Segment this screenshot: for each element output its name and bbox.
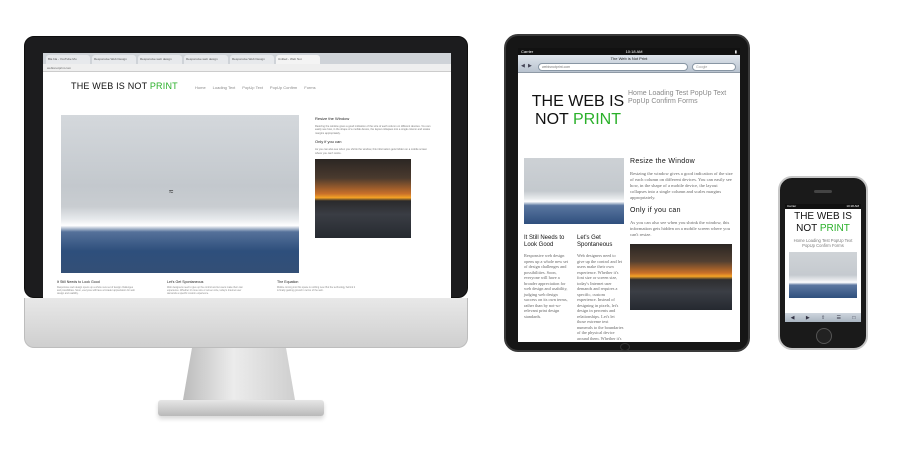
search-input[interactable]: Google	[692, 63, 736, 71]
ipad-device: Carrier 10:18 AM ▮ The Web is Not Print …	[504, 34, 750, 352]
browser-tab[interactable]: Bla bla - YouTube Mu	[46, 55, 90, 64]
nav-item-popup-text[interactable]: PopUp Text	[242, 85, 263, 90]
site-title-accent: PRINT	[572, 111, 621, 128]
sidebar-heading: Resize the Window	[630, 158, 696, 165]
sidebar: Resize the Window Resizing the window gi…	[630, 158, 734, 310]
bookmarks-icon[interactable]: ☰	[837, 315, 841, 321]
browser-tab-active[interactable]: Unitled - Web Not	[276, 55, 320, 64]
nav-item-home[interactable]: Home	[195, 85, 206, 90]
iphone-device: Carrier 10:18 AM THE WEB IS NOT PRINT Ho…	[778, 176, 868, 350]
site-title-accent: PRINT	[149, 81, 178, 91]
imac-stand	[183, 348, 295, 400]
back-icon[interactable]: ◀	[791, 315, 795, 321]
hero-mountain-image	[524, 158, 624, 224]
desktop-site: THE WEB IS NOT PRINT Home Loading Text P…	[43, 72, 451, 298]
sidebar-heading: Resize the Window	[315, 116, 350, 121]
hero-mountain-image: ≈	[61, 115, 299, 273]
imac-bezel: Bla bla - YouTube Mu Responsive Web Desi…	[24, 36, 468, 298]
column-text: Web designers need to give up the contro…	[167, 286, 243, 295]
imac-stand-base	[158, 400, 324, 416]
home-button[interactable]	[816, 328, 832, 344]
safari-bottom-toolbar: ◀ ▶ ⇧ ☰ □	[785, 313, 861, 322]
desktop-screen: Bla bla - YouTube Mu Responsive Web Desi…	[43, 53, 451, 298]
home-button[interactable]	[620, 343, 630, 351]
site-title-accent: PRINT	[819, 223, 850, 234]
column: It Still Needs to Look Good Responsive w…	[57, 280, 137, 295]
sidebar-text-2: As you can also see when you shrink the …	[315, 148, 428, 155]
column-text: Mobile coming into this space is nothing…	[277, 286, 356, 292]
site-nav: Home Loading Text PopUp Text PopUp Confi…	[195, 85, 316, 90]
sidebar-text-2: As you can also see when you shrink the …	[630, 220, 731, 237]
status-bar: Carrier 10:18 AM	[785, 204, 861, 209]
nav-item-forms[interactable]: Forms	[304, 85, 315, 90]
column-heading: It Still Needs to Look Good	[57, 280, 100, 284]
imac-chin	[24, 298, 468, 348]
column: Let's Get Spontaneous Web designers need…	[577, 235, 624, 342]
imac-device: Bla bla - YouTube Mu Responsive Web Desi…	[24, 36, 468, 348]
column-text: Responsive web design opens up a whole n…	[57, 286, 135, 295]
column: The Equation Mobile coming into this spa…	[277, 280, 357, 295]
sidebar-heading-2: Only if you can	[315, 139, 342, 145]
site-title[interactable]: THE WEB IS NOT PRINT	[71, 81, 178, 91]
eagle-icon: ≈	[169, 187, 174, 196]
sidebar-heading-2: Only if you can	[630, 207, 681, 214]
column-heading: Let's Get Spontaneous	[167, 280, 204, 284]
phone-screen: Carrier 10:18 AM THE WEB IS NOT PRINT Ho…	[785, 204, 861, 322]
carrier-label: Carrier	[521, 49, 534, 54]
sunset-image	[630, 244, 732, 310]
column-heading: The Equation	[277, 280, 299, 284]
clock: 10:18 AM	[846, 204, 859, 208]
sidebar-text: Resizing the window gives a good indicat…	[630, 171, 733, 200]
address-bar[interactable]: webisnotprint.com	[538, 63, 688, 71]
safari-toolbar: The Web is Not Print ◀ ▶ webisnotprint.c…	[518, 55, 740, 73]
tablet-screen: Carrier 10:18 AM ▮ The Web is Not Print …	[518, 48, 740, 342]
forward-icon[interactable]: ▶	[528, 63, 532, 69]
browser-tab-bar: Bla bla - YouTube Mu Responsive Web Desi…	[43, 53, 451, 64]
content-columns: It Still Needs to Look Good Responsive w…	[57, 280, 357, 295]
carrier-label: Carrier	[787, 204, 797, 208]
column-heading: Let's Get Spontaneous	[577, 235, 613, 248]
browser-tab[interactable]: Responsive web design	[184, 55, 228, 64]
hero-mountain-image	[789, 252, 857, 298]
sidebar-text: Resizing the window gives a good indicat…	[315, 125, 431, 135]
pages-icon[interactable]: □	[852, 315, 855, 321]
forward-icon[interactable]: ▶	[806, 315, 810, 321]
site-nav[interactable]: Home Loading Test PopUp Text PopUp Confi…	[628, 90, 738, 106]
share-icon[interactable]: ⇧	[821, 315, 825, 321]
battery-icon: ▮	[734, 49, 737, 54]
site-title[interactable]: THE WEB IS NOT PRINT	[785, 211, 861, 235]
clock: 10:18 AM	[625, 49, 643, 54]
content-columns: It Still Needs to Look Good Responsive w…	[524, 235, 624, 342]
sidebar: Resize the Window Resizing the window gi…	[315, 116, 433, 239]
nav-item-loading-text[interactable]: Loading Text	[213, 85, 236, 90]
column-text: Web designers need to give up the contro…	[577, 253, 624, 342]
column-heading: It Still Needs to Look Good	[524, 235, 565, 248]
column: Let's Get Spontaneous Web designers need…	[167, 280, 247, 295]
site-title[interactable]: THE WEB IS NOT PRINT	[528, 93, 628, 129]
back-icon[interactable]: ◀	[521, 63, 525, 69]
browser-tab[interactable]: Responsive Web Design	[92, 55, 136, 64]
site-title-main: THE WEB IS NOT	[71, 81, 148, 91]
browser-tab[interactable]: Responsive web design	[138, 55, 182, 64]
browser-tab[interactable]: Responsive Web Design	[230, 55, 274, 64]
column: It Still Needs to Look Good Responsive w…	[524, 235, 571, 342]
address-bar[interactable]: webisnotprint.com	[43, 64, 451, 72]
page-title: The Web is Not Print	[610, 56, 648, 61]
column-text: Responsive web design opens up a whole n…	[524, 253, 569, 319]
site-nav[interactable]: Home Loading Test PopUp Text PopUp Confi…	[785, 238, 861, 248]
nav-item-popup-confirm[interactable]: PopUp Confirm	[270, 85, 297, 90]
status-bar: Carrier 10:18 AM ▮	[518, 48, 740, 55]
sunset-image	[315, 159, 411, 239]
speaker	[814, 190, 832, 193]
